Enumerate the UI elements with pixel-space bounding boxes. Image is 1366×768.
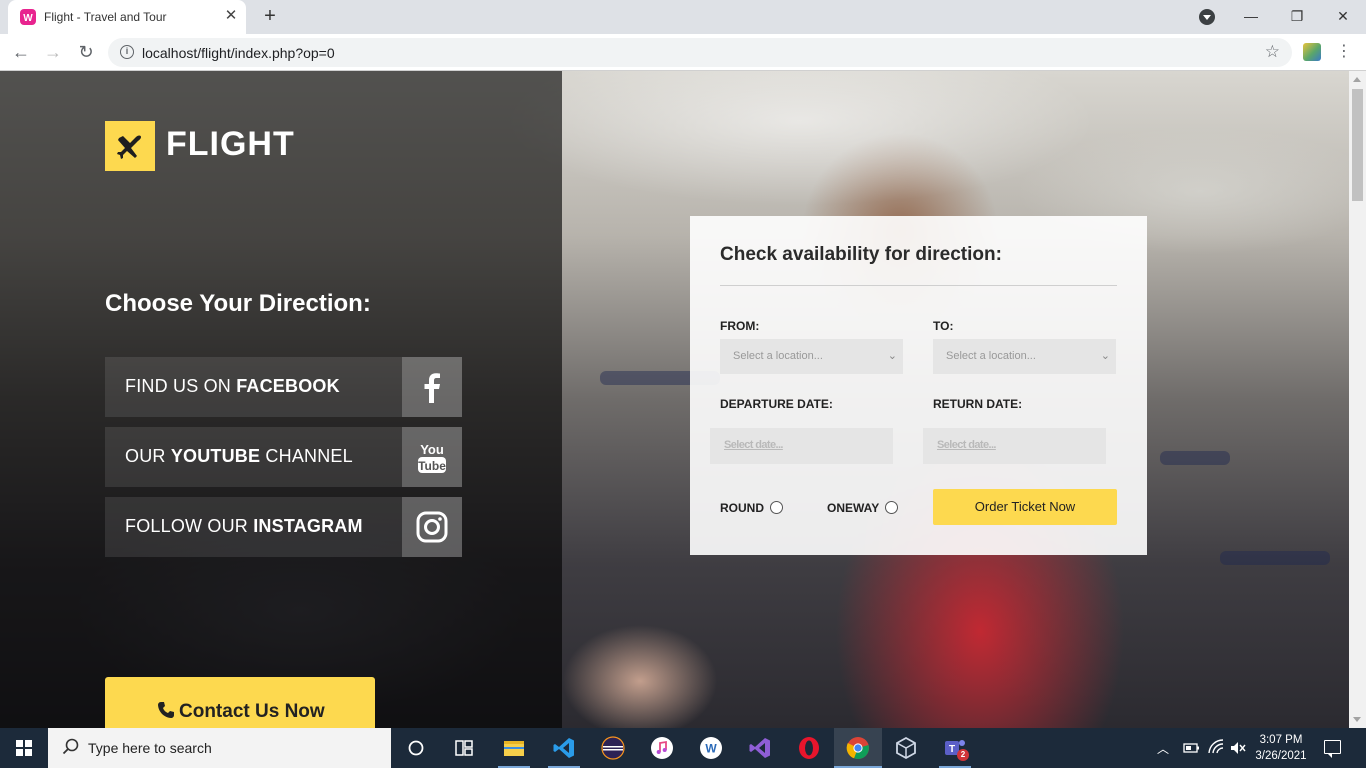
airplane-icon: [117, 135, 141, 159]
facebook-link[interactable]: FIND US ON FACEBOOK: [105, 357, 462, 417]
extension-icon[interactable]: [1303, 43, 1321, 61]
round-trip-radio[interactable]: [770, 501, 783, 514]
youtube-link-label: OUR YOUTUBE CHANNEL: [125, 446, 353, 466]
clock-date: 3/26/2021: [1255, 750, 1307, 762]
chevron-down-icon: ⌄: [887, 350, 897, 362]
windows-start-icon[interactable]: [16, 740, 32, 756]
booking-form-title: Check availability for direction:: [720, 244, 1002, 265]
tab-title: Flight - Travel and Tour: [44, 10, 167, 24]
scroll-up-arrow-icon[interactable]: [1353, 77, 1361, 82]
from-label: FROM:: [720, 319, 760, 333]
svg-text:T: T: [949, 744, 955, 755]
return-date-placeholder: Select date...: [937, 439, 996, 451]
instagram-link[interactable]: FOLLOW OUR INSTAGRAM: [105, 497, 462, 557]
wamp-icon[interactable]: W: [699, 736, 723, 760]
wifi-icon[interactable]: [1204, 736, 1228, 760]
departure-date-input[interactable]: Select date...: [710, 428, 893, 464]
taskbar-search-placeholder: Type here to search: [88, 740, 212, 756]
scroll-down-arrow-icon[interactable]: [1353, 717, 1361, 722]
instagram-link-label: FOLLOW OUR INSTAGRAM: [125, 516, 363, 536]
tab-strip: W Flight - Travel and Tour ✕ + — ❐ ✕: [0, 0, 1366, 34]
search-icon: [62, 738, 79, 755]
address-bar[interactable]: i localhost/flight/index.php?op=0 ☆: [108, 38, 1292, 67]
instagram-icon[interactable]: [402, 497, 462, 557]
page-hero: FLIGHT Choose Your Direction: FIND US ON…: [0, 71, 1349, 728]
opera-icon[interactable]: [797, 736, 821, 760]
logo-text[interactable]: FLIGHT: [166, 125, 295, 164]
round-trip-label: ROUND: [720, 501, 764, 515]
back-button[interactable]: ←: [9, 40, 33, 64]
from-location-select[interactable]: Select a location... ⌄: [720, 339, 903, 374]
site-favicon-icon: W: [20, 9, 36, 25]
reload-button[interactable]: ↻: [74, 40, 98, 64]
windows-taskbar: Type here to search W T ︿ 3:07 PM 3/26/2…: [0, 728, 1366, 768]
eclipse-icon[interactable]: [601, 736, 625, 760]
chrome-profile-menu-icon[interactable]: [1199, 9, 1215, 25]
show-hidden-icons-chevron-icon[interactable]: ︿: [1157, 740, 1169, 768]
clock-time: 3:07 PM: [1259, 734, 1303, 746]
restore-button[interactable]: ❐: [1283, 4, 1311, 28]
booking-form: Check availability for direction: FROM: …: [690, 216, 1147, 555]
virtualbox-icon[interactable]: [894, 736, 918, 760]
oneway-label: ONEWAY: [827, 501, 880, 515]
departure-date-placeholder: Select date...: [724, 439, 783, 451]
taskbar-clock[interactable]: 3:07 PM 3/26/2021: [1251, 732, 1311, 764]
svg-text:Tube: Tube: [418, 459, 446, 473]
order-ticket-button[interactable]: Order Ticket Now: [933, 489, 1117, 525]
scroll-thumb[interactable]: [1352, 89, 1363, 201]
task-view-icon[interactable]: [452, 736, 476, 760]
svg-text:W: W: [705, 742, 717, 756]
volume-muted-icon[interactable]: [1226, 736, 1250, 760]
youtube-icon[interactable]: You Tube: [402, 427, 462, 487]
browser-toolbar: ← → ↻ i localhost/flight/index.php?op=0 …: [0, 34, 1366, 71]
vscode-icon[interactable]: [552, 736, 576, 760]
battery-icon[interactable]: [1180, 736, 1204, 760]
page-scrollbar[interactable]: [1349, 71, 1366, 728]
taskbar-search-box[interactable]: Type here to search: [48, 728, 391, 768]
contact-us-button[interactable]: Contact Us Now: [105, 677, 375, 728]
svg-text:You: You: [420, 442, 444, 457]
facebook-link-label: FIND US ON FACEBOOK: [125, 376, 340, 396]
svg-text:W: W: [23, 13, 33, 24]
contact-us-label: Contact Us Now: [179, 701, 325, 722]
return-date-label: RETURN DATE:: [933, 397, 1023, 411]
choose-direction-heading: Choose Your Direction:: [105, 290, 371, 317]
to-label: TO:: [933, 319, 954, 333]
itunes-icon[interactable]: [650, 736, 674, 760]
visual-studio-icon[interactable]: [748, 736, 772, 760]
form-divider: [720, 285, 1117, 286]
to-location-placeholder: Select a location...: [946, 350, 1036, 362]
facebook-icon[interactable]: [402, 357, 462, 417]
youtube-link[interactable]: OUR YOUTUBE CHANNEL You Tube: [105, 427, 462, 487]
minimize-button[interactable]: —: [1237, 4, 1265, 28]
departure-date-label: DEPARTURE DATE:: [720, 397, 833, 411]
url-text[interactable]: localhost/flight/index.php?op=0: [142, 45, 335, 61]
to-location-select[interactable]: Select a location... ⌄: [933, 339, 1116, 374]
close-window-button[interactable]: ✕: [1329, 4, 1357, 28]
chrome-icon[interactable]: [846, 736, 870, 760]
close-tab-icon[interactable]: ✕: [222, 7, 240, 25]
seat-row-decoration: [1160, 451, 1230, 465]
browser-menu-icon[interactable]: ⋮: [1336, 40, 1352, 64]
chevron-down-icon: ⌄: [1100, 350, 1110, 362]
from-location-placeholder: Select a location...: [733, 350, 823, 362]
bookmark-star-icon[interactable]: ☆: [1265, 42, 1280, 62]
return-date-input[interactable]: Select date...: [923, 428, 1106, 464]
forward-button[interactable]: →: [41, 40, 65, 64]
browser-tab[interactable]: W Flight - Travel and Tour ✕: [8, 0, 246, 34]
site-info-icon[interactable]: i: [120, 45, 134, 59]
teams-notification-badge: 2: [957, 749, 969, 761]
oneway-radio[interactable]: [885, 501, 898, 514]
phone-icon: [158, 702, 174, 718]
seat-row-decoration: [1220, 551, 1330, 565]
logo-mark[interactable]: [105, 121, 155, 171]
new-tab-button[interactable]: +: [258, 5, 282, 29]
file-explorer-icon[interactable]: [502, 736, 526, 760]
action-center-icon[interactable]: [1324, 740, 1341, 758]
cortana-icon[interactable]: [404, 736, 428, 760]
